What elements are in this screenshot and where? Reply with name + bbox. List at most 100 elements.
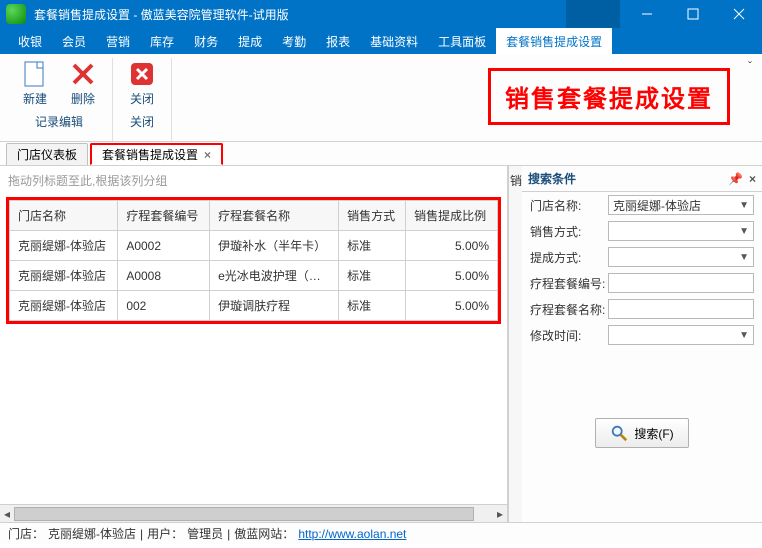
pkgname-input[interactable] [608, 299, 754, 319]
file-icon [21, 60, 49, 88]
status-site-label: 傲蓝网站： [234, 525, 294, 542]
cell-method: 标准 [339, 261, 406, 291]
close-button-label: 关闭 [130, 90, 154, 107]
close-window-button[interactable] [716, 0, 762, 28]
menu-finance[interactable]: 财务 [184, 28, 228, 54]
cell-ratio: 5.00% [406, 231, 498, 261]
cell-name: 伊璇调肤疗程 [210, 291, 339, 321]
document-tabstrip: 门店仪表板 套餐销售提成设置 × [0, 142, 762, 166]
cell-name: 伊璇补水（半年卡） [210, 231, 339, 261]
content-area: 拖动列标题至此,根据该列分组 门店名称 疗程套餐编号 疗程套餐名称 销售方式 销… [0, 166, 762, 522]
tab-package-commission[interactable]: 套餐销售提成设置 × [90, 143, 223, 165]
col-code[interactable]: 疗程套餐编号 [118, 201, 210, 231]
table-row[interactable]: 克丽缇娜-体验店 A0002 伊璇补水（半年卡） 标准 5.00% [10, 231, 498, 261]
pin-icon[interactable]: 📌 [728, 172, 743, 186]
delete-button-label: 删除 [71, 90, 95, 107]
menu-package-commission[interactable]: 套餐销售提成设置 [496, 28, 612, 54]
search-panel: 搜索条件 📌 × 门店名称: 克丽缇娜-体验店▼ 销售方式: ▼ 提成方式: ▼… [522, 166, 762, 522]
scroll-left-icon[interactable]: ◂ [0, 505, 14, 523]
ribbon-group-record-edit: 新建 删除 记录编辑 [6, 58, 113, 141]
chevron-down-icon[interactable]: ▼ [739, 330, 749, 341]
chevron-down-icon[interactable]: ▼ [739, 226, 749, 237]
window-title: 套餐销售提成设置 - 傲蓝美容院管理软件-试用版 [34, 6, 289, 23]
menu-commission[interactable]: 提成 [228, 28, 272, 54]
code-input[interactable] [608, 273, 754, 293]
status-user-label: 用户： [147, 525, 183, 542]
cell-code: A0002 [118, 231, 210, 261]
cell-store: 克丽缇娜-体验店 [10, 261, 118, 291]
status-user-value: 管理员 [187, 525, 223, 542]
status-sep: | [227, 527, 230, 541]
cell-ratio: 5.00% [406, 291, 498, 321]
scroll-right-icon[interactable]: ▸ [493, 505, 507, 523]
cell-store: 克丽缇娜-体验店 [10, 291, 118, 321]
search-button[interactable]: 搜索(F) [595, 418, 688, 448]
ribbon-group-close: 关闭 关闭 [113, 58, 172, 141]
menu-marketing[interactable]: 营销 [96, 28, 140, 54]
status-store-value: 克丽缇娜-体验店 [48, 525, 136, 542]
search-icon [610, 424, 628, 442]
menu-inventory[interactable]: 库存 [140, 28, 184, 54]
modtime-dropdown[interactable]: ▼ [608, 325, 754, 345]
ribbon-collapse-button[interactable]: ˇ [742, 58, 758, 74]
modtime-label: 修改时间: [530, 327, 608, 344]
table-row[interactable]: 克丽缇娜-体验店 A0008 e光冰电波护理（… 标准 5.00% [10, 261, 498, 291]
menu-cashier[interactable]: 收银 [8, 28, 52, 54]
close-icon [128, 60, 156, 88]
col-store[interactable]: 门店名称 [10, 201, 118, 231]
ribbon-group-label-record: 记录编辑 [35, 113, 83, 130]
search-button-label: 搜索(F) [634, 425, 673, 442]
cell-ratio: 5.00% [406, 261, 498, 291]
col-ratio[interactable]: 销售提成比例 [406, 201, 498, 231]
cell-method: 标准 [339, 231, 406, 261]
commission-label: 提成方式: [530, 249, 608, 266]
table-row[interactable]: 克丽缇娜-体验店 002 伊璇调肤疗程 标准 5.00% [10, 291, 498, 321]
chevron-down-icon[interactable]: ▼ [739, 200, 749, 211]
close-button[interactable]: 关闭 [119, 58, 165, 107]
minimize-button[interactable] [624, 0, 670, 28]
delete-button[interactable]: 删除 [60, 58, 106, 107]
status-store-label: 门店： [8, 525, 44, 542]
cell-code: 002 [118, 291, 210, 321]
grid-panel: 拖动列标题至此,根据该列分组 门店名称 疗程套餐编号 疗程套餐名称 销售方式 销… [0, 166, 508, 522]
store-value: 克丽缇娜-体验店 [613, 197, 701, 214]
maximize-button[interactable] [670, 0, 716, 28]
menu-toolpanel[interactable]: 工具面板 [428, 28, 496, 54]
cell-method: 标准 [339, 291, 406, 321]
delete-icon [69, 60, 97, 88]
status-sep: | [140, 527, 143, 541]
menu-attendance[interactable]: 考勤 [272, 28, 316, 54]
menu-basedata[interactable]: 基础资料 [360, 28, 428, 54]
pkgname-label: 疗程套餐名称: [530, 301, 608, 318]
method-label: 销售方式: [530, 223, 608, 240]
cell-name: e光冰电波护理（… [210, 261, 339, 291]
new-button[interactable]: 新建 [12, 58, 58, 107]
menu-report[interactable]: 报表 [316, 28, 360, 54]
status-site-link[interactable]: http://www.aolan.net [298, 527, 406, 541]
tab-label: 门店仪表板 [17, 146, 77, 163]
grid-overflow-column: 销 [508, 166, 522, 522]
store-dropdown[interactable]: 克丽缇娜-体验店 ▼ [608, 195, 754, 215]
col-name[interactable]: 疗程套餐名称 [210, 201, 339, 231]
menu-member[interactable]: 会员 [52, 28, 96, 54]
new-button-label: 新建 [23, 90, 47, 107]
horizontal-scrollbar[interactable]: ◂ ▸ [0, 504, 507, 522]
tab-label: 套餐销售提成设置 [102, 146, 198, 163]
highlight-title: 销售套餐提成设置 [488, 68, 730, 125]
search-panel-header: 搜索条件 📌 × [522, 166, 762, 192]
commission-dropdown[interactable]: ▼ [608, 247, 754, 267]
scrollbar-thumb[interactable] [14, 507, 474, 521]
app-icon [6, 4, 26, 24]
tab-close-icon[interactable]: × [204, 148, 211, 162]
chevron-down-icon[interactable]: ▼ [739, 252, 749, 263]
col-method[interactable]: 销售方式 [339, 201, 406, 231]
search-panel-title: 搜索条件 [528, 170, 576, 187]
tab-dashboard[interactable]: 门店仪表板 [6, 143, 88, 165]
window-titlebar: 套餐销售提成设置 - 傲蓝美容院管理软件-试用版 [0, 0, 762, 28]
statusbar: 门店： 克丽缇娜-体验店 | 用户： 管理员 | 傲蓝网站： http://ww… [0, 522, 762, 544]
method-dropdown[interactable]: ▼ [608, 221, 754, 241]
panel-close-icon[interactable]: × [749, 172, 756, 186]
data-grid[interactable]: 门店名称 疗程套餐编号 疗程套餐名称 销售方式 销售提成比例 克丽缇娜-体验店 … [9, 200, 498, 321]
ribbon-toolbar: 新建 删除 记录编辑 关闭 关闭 销售套餐提成设置 ˇ [0, 54, 762, 142]
menubar: 收银 会员 营销 库存 财务 提成 考勤 报表 基础资料 工具面板 套餐销售提成… [0, 28, 762, 54]
